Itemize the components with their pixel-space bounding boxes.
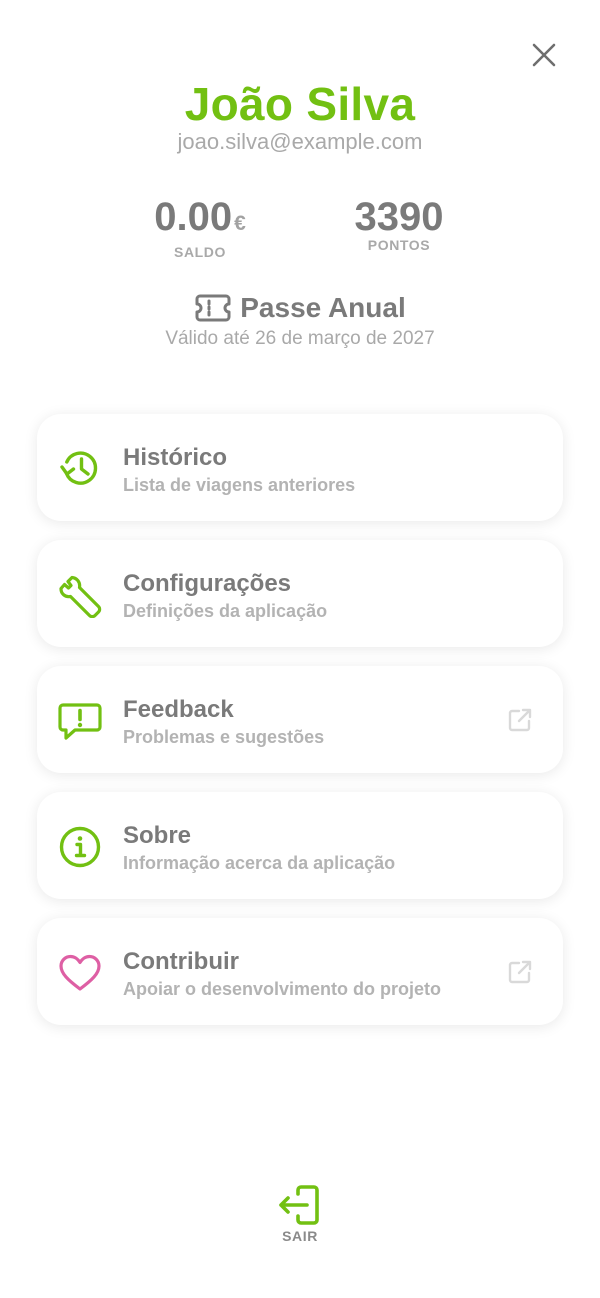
external-link-icon [507,959,533,985]
logout-label: SAIR [282,1228,318,1244]
menu-item-subtitle: Lista de viagens anteriores [123,475,356,495]
menu-item-subtitle: Informação acerca da aplicação [123,853,396,873]
pass-validity: Válido até 26 de março de 2027 [165,328,435,349]
menu-item-title: Feedback [123,696,234,723]
points-stat: 3390 PONTOS [299,194,499,253]
menu-item-subtitle: Definições da aplicação [123,601,328,621]
menu-item-contribute[interactable]: Contribuir Apoiar o desenvolvimento do p… [37,918,563,1025]
history-icon [57,446,103,492]
points-label: PONTOS [367,237,431,253]
menu-item-subtitle: Problemas e sugestões [123,727,325,747]
menu-item-title: Histórico [123,444,228,471]
info-icon [57,824,103,870]
menu-item-title: Contribuir [123,948,239,975]
external-link-icon [507,707,533,733]
close-button[interactable] [526,37,562,73]
balance-currency: € [234,212,246,235]
logout-button[interactable]: SAIR [260,1183,340,1244]
menu-item-settings[interactable]: Configurações Definições da aplicação [37,540,563,647]
user-email: joao.silva@example.com [177,129,423,154]
logout-icon [276,1183,324,1227]
close-icon [532,43,556,67]
menu-item-title: Sobre [123,822,192,849]
ticket-icon [194,292,232,324]
menu-item-feedback[interactable]: Feedback Problemas e sugestões [37,666,563,773]
pass-header: Passe Anual [0,290,600,326]
feedback-icon [57,698,103,744]
user-name: João Silva [184,78,416,130]
menu-item-title: Configurações [123,570,292,597]
balance-value: 0.00 [154,195,233,239]
menu-item-about[interactable]: Sobre Informação acerca da aplicação [37,792,563,899]
heart-icon [57,950,103,996]
balance-label: SALDO [174,244,226,260]
menu-item-subtitle: Apoiar o desenvolvimento do projeto [123,979,442,999]
menu-item-history[interactable]: Histórico Lista de viagens anteriores [37,414,563,521]
balance-stat: 0.00€ SALDO [100,194,300,260]
pass-title: Passe Anual [240,292,406,323]
balance-value-row: 0.00€ [100,194,300,247]
wrench-icon [57,572,103,618]
points-value: 3390 [354,195,444,239]
